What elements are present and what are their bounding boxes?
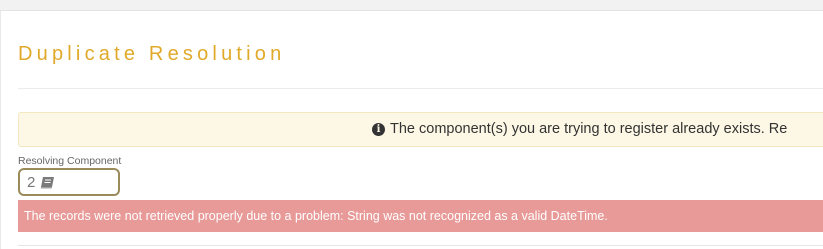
bottom-divider <box>18 245 823 246</box>
title-divider <box>18 88 823 89</box>
main-panel: Duplicate Resolution i The component(s) … <box>0 10 823 249</box>
info-banner: i The component(s) you are trying to reg… <box>18 112 823 147</box>
info-circle-icon: i <box>372 122 385 136</box>
info-message: The component(s) you are trying to regis… <box>390 121 788 137</box>
resolving-component-label: Resolving Component <box>18 155 122 167</box>
page-title: Duplicate Resolution <box>18 43 286 65</box>
resolving-component-value: 2 <box>27 173 36 191</box>
book-icon[interactable] <box>40 176 56 189</box>
info-content: i The component(s) you are trying to reg… <box>372 121 787 137</box>
resolving-component-field[interactable]: 2 <box>18 168 120 196</box>
error-alert: The records were not retrieved properly … <box>18 200 823 232</box>
error-message: The records were not retrieved properly … <box>24 209 608 223</box>
